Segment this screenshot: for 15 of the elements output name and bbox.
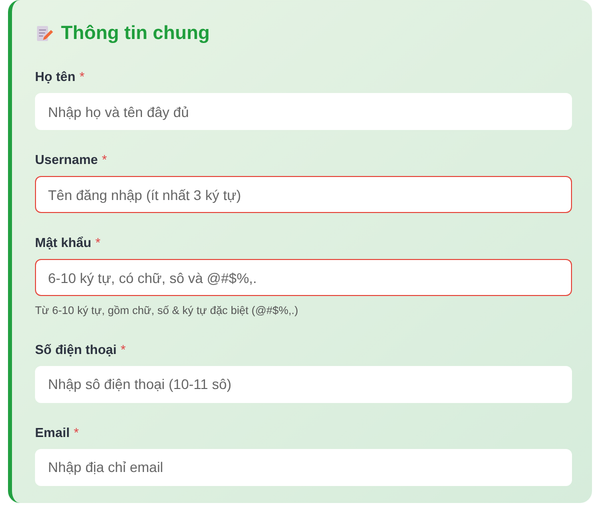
input-field[interactable]: 6-10 ký tự, có chữ, sô và @#$%,. — [35, 259, 572, 296]
field-label: Họ tên — [35, 68, 76, 86]
field-label: Email — [35, 424, 70, 442]
hint-text: Từ 6-10 ký tự, gồm chữ, số & ký tự đặc biệt (@#$%,.) — [35, 304, 300, 319]
field-label: Username — [35, 151, 98, 170]
field-label: Số điện thoại — [35, 340, 117, 359]
field-label: Mật khẩu — [35, 234, 92, 252]
required-mark: * — [120, 340, 126, 359]
required-mark: * — [95, 234, 100, 252]
required-mark: * — [74, 424, 79, 442]
memo-pencil-icon — [35, 25, 53, 43]
required-mark: * — [102, 151, 107, 170]
input-field[interactable]: Tên đăng nhập (ít nhất 3 ký tự) — [35, 176, 572, 213]
section-title: Thông tin chung — [61, 22, 210, 46]
required-mark: * — [79, 68, 85, 86]
